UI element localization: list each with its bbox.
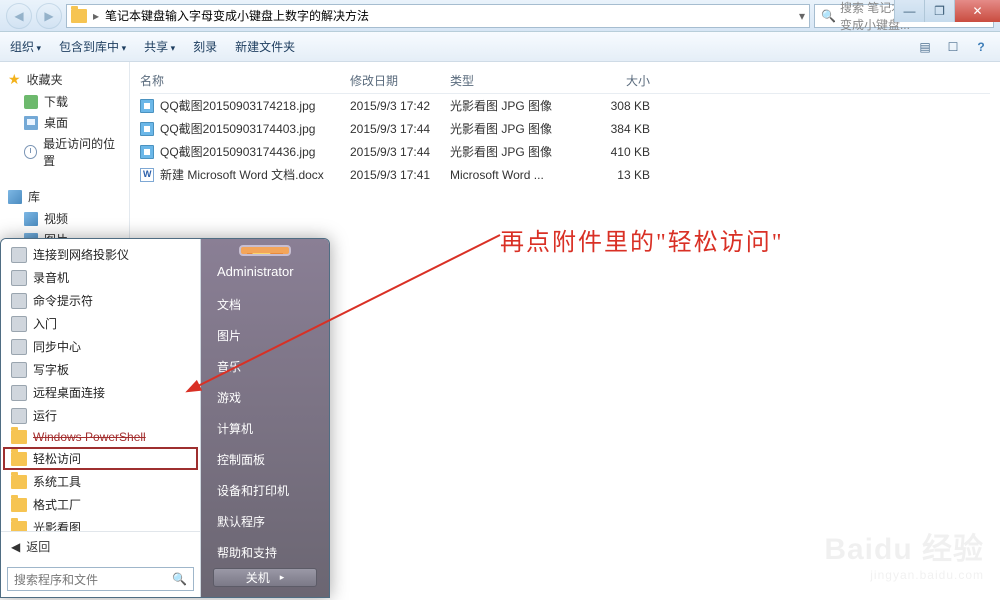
- start-menu: 连接到网络投影仪录音机命令提示符入门同步中心写字板远程桌面连接运行Windows…: [0, 238, 330, 598]
- start-right-item[interactable]: 帮助和支持: [201, 537, 329, 568]
- app-icon: [11, 339, 27, 355]
- view-button[interactable]: ▤: [916, 38, 934, 56]
- file-row[interactable]: QQ截图20150903174436.jpg 2015/9/3 17:44 光影…: [140, 140, 990, 163]
- sidebar-item[interactable]: 视频: [4, 208, 125, 229]
- start-item[interactable]: 入门: [3, 312, 198, 335]
- file-row[interactable]: 新建 Microsoft Word 文档.docx 2015/9/3 17:41…: [140, 163, 990, 186]
- shutdown-button[interactable]: 关机: [213, 568, 317, 587]
- start-right-item[interactable]: 计算机: [201, 413, 329, 444]
- jpg-icon: [140, 99, 154, 113]
- start-item[interactable]: 轻松访问: [3, 447, 198, 470]
- sidebar-item[interactable]: 下载: [4, 91, 125, 112]
- maximize-button[interactable]: ❐: [924, 0, 954, 22]
- search-icon: 🔍: [172, 572, 187, 586]
- folder-icon: [11, 452, 27, 466]
- share-button[interactable]: 共享: [144, 38, 175, 55]
- nav-back-button[interactable]: ◀: [6, 3, 32, 29]
- title-bar: ◀ ▶ ▸ 笔记本键盘输入字母变成小键盘上数字的解决方法 ▾ 🔍 搜索 笔记本键…: [0, 0, 1000, 32]
- back-arrow-icon: ◀: [11, 540, 20, 554]
- toolbar: 组织 包含到库中 共享 刻录 新建文件夹 ▤ ☐ ?: [0, 32, 1000, 62]
- start-right-item[interactable]: 控制面板: [201, 444, 329, 475]
- start-item[interactable]: 系统工具: [3, 470, 198, 493]
- folder-icon: [11, 498, 27, 512]
- start-right-item[interactable]: 默认程序: [201, 506, 329, 537]
- start-item[interactable]: 格式工厂: [3, 493, 198, 516]
- start-item[interactable]: 写字板: [3, 358, 198, 381]
- app-icon: [11, 385, 27, 401]
- app-icon: [11, 270, 27, 286]
- file-row[interactable]: QQ截图20150903174403.jpg 2015/9/3 17:44 光影…: [140, 117, 990, 140]
- start-item[interactable]: 光影看图: [3, 516, 198, 531]
- start-right-item[interactable]: 文档: [201, 289, 329, 320]
- preview-button[interactable]: ☐: [944, 38, 962, 56]
- user-avatar[interactable]: [239, 245, 291, 256]
- watermark: Baidu 经验 jingyan.baidu.com: [824, 524, 984, 582]
- search-icon: 🔍: [821, 9, 836, 23]
- folder-icon: [11, 475, 27, 489]
- burn-button[interactable]: 刻录: [193, 38, 217, 55]
- app-icon: [11, 408, 27, 424]
- close-button[interactable]: ✕: [954, 0, 1000, 22]
- path-text: 笔记本键盘输入字母变成小键盘上数字的解决方法: [105, 7, 369, 24]
- user-name[interactable]: Administrator: [201, 262, 329, 289]
- jpg-icon: [140, 122, 154, 136]
- newfolder-button[interactable]: 新建文件夹: [235, 38, 295, 55]
- minimize-button[interactable]: —: [894, 0, 924, 22]
- start-back-button[interactable]: ◀ 返回: [1, 531, 200, 561]
- library-icon: [8, 190, 22, 204]
- jpg-icon: [140, 145, 154, 159]
- start-right-item[interactable]: 游戏: [201, 382, 329, 413]
- folder-icon: [11, 521, 27, 532]
- column-headers[interactable]: 名称 修改日期 类型 大小: [140, 68, 990, 94]
- start-right-item[interactable]: 图片: [201, 320, 329, 351]
- sidebar-item[interactable]: 最近访问的位置: [4, 133, 125, 171]
- app-icon: [11, 247, 27, 263]
- start-right-item[interactable]: 设备和打印机: [201, 475, 329, 506]
- sidebar-item[interactable]: 桌面: [4, 112, 125, 133]
- favorites-header[interactable]: ★收藏夹: [4, 68, 125, 91]
- col-size[interactable]: 大小: [580, 72, 650, 89]
- address-bar[interactable]: ▸ 笔记本键盘输入字母变成小键盘上数字的解决方法 ▾: [66, 4, 810, 28]
- folder-icon: [11, 430, 27, 444]
- start-item[interactable]: 命令提示符: [3, 289, 198, 312]
- libraries-header[interactable]: 库: [4, 185, 125, 208]
- start-item[interactable]: 录音机: [3, 266, 198, 289]
- star-icon: ★: [8, 71, 21, 88]
- start-search-input[interactable]: 搜索程序和文件 🔍: [7, 567, 194, 591]
- annotation-text: 再点附件里的"轻松访问": [500, 222, 784, 257]
- start-item[interactable]: Windows PowerShell: [3, 427, 198, 447]
- start-item[interactable]: 连接到网络投影仪: [3, 243, 198, 266]
- col-date[interactable]: 修改日期: [350, 72, 450, 89]
- app-icon: [11, 293, 27, 309]
- app-icon: [11, 316, 27, 332]
- help-icon[interactable]: ?: [972, 38, 990, 56]
- organize-button[interactable]: 组织: [10, 38, 41, 55]
- app-icon: [11, 362, 27, 378]
- doc-icon: [140, 168, 154, 182]
- col-type[interactable]: 类型: [450, 72, 580, 89]
- col-name[interactable]: 名称: [140, 72, 350, 89]
- start-right-item[interactable]: 音乐: [201, 351, 329, 382]
- include-button[interactable]: 包含到库中: [59, 38, 126, 55]
- file-row[interactable]: QQ截图20150903174218.jpg 2015/9/3 17:42 光影…: [140, 94, 990, 117]
- start-item[interactable]: 远程桌面连接: [3, 381, 198, 404]
- folder-icon: [71, 9, 87, 23]
- start-item[interactable]: 运行: [3, 404, 198, 427]
- nav-forward-button[interactable]: ▶: [36, 3, 62, 29]
- start-item[interactable]: 同步中心: [3, 335, 198, 358]
